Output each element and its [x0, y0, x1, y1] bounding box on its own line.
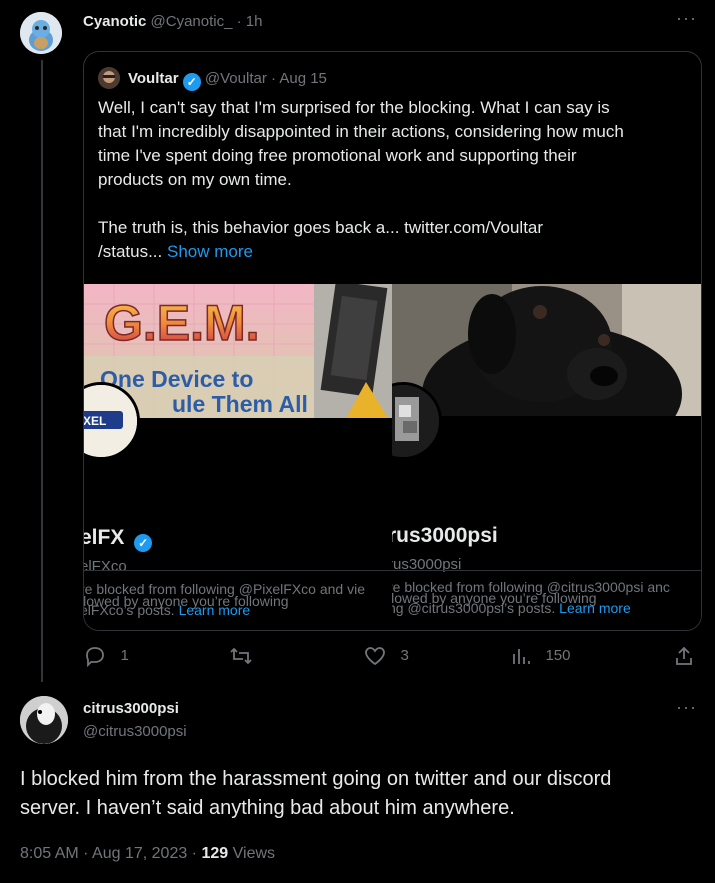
- thread-line: [41, 60, 43, 682]
- avatar-citrus[interactable]: [20, 696, 68, 744]
- reply-author-handle[interactable]: @citrus3000psi: [83, 723, 187, 740]
- author-handle[interactable]: @Cyanotic_: [151, 13, 233, 30]
- card-name[interactable]: rus3000psi: [392, 524, 498, 548]
- quote-line: The truth is, this behavior goes back a.…: [98, 218, 544, 237]
- like-button[interactable]: 3: [364, 645, 409, 667]
- heart-icon: [365, 647, 385, 666]
- card-name-row: elFX ✓: [84, 526, 153, 552]
- quote-line: time I've spent doing free promotional w…: [98, 146, 577, 165]
- views-chart-icon: [513, 649, 530, 664]
- reply-text: I blocked him from the harassment going …: [20, 765, 611, 823]
- author-name[interactable]: Cyanotic: [83, 13, 146, 30]
- quote-line: /status...: [98, 242, 163, 261]
- svg-text:XEL: XEL: [84, 414, 106, 428]
- quote-author-name[interactable]: Voultar: [128, 70, 179, 87]
- quote-line: that I'm incredibly disappointed in thei…: [98, 122, 624, 141]
- avatar-voultar[interactable]: [98, 67, 120, 89]
- banner-title: G.E.M.: [104, 295, 260, 351]
- quote-text: Well, I can't say that I'm surprised for…: [98, 96, 624, 264]
- tweet-header: Cyanotic @Cyanotic_ · 1h: [83, 12, 263, 32]
- reply-icon: [86, 647, 104, 668]
- learn-more-link[interactable]: Learn more: [559, 600, 631, 616]
- reply-views-label: Views: [232, 845, 276, 862]
- blocked-text: re blocked from following @PixelFXco and…: [84, 581, 366, 597]
- card-name[interactable]: elFX: [84, 526, 124, 549]
- dog-photo-image: [392, 284, 701, 416]
- reply-timestamp[interactable]: 8:05 AM · Aug 17, 2023 ·: [20, 845, 197, 862]
- reply-line: I blocked him from the harassment going …: [20, 768, 612, 790]
- views-button[interactable]: 150: [511, 645, 570, 667]
- reply-view-count: 129: [201, 845, 229, 862]
- share-button[interactable]: [674, 645, 694, 672]
- quote-line: products on my own time.: [98, 170, 292, 189]
- quoted-tweet[interactable]: Voultar ✓ @Voultar · Aug 15 Well, I can'…: [83, 51, 702, 631]
- card-handle[interactable]: elFXco: [84, 558, 127, 575]
- repost-icon: [230, 647, 252, 665]
- share-icon: [676, 646, 692, 665]
- verified-badge-icon: ✓: [182, 73, 201, 91]
- views-count: 150: [545, 647, 571, 665]
- reply-line: server. I haven’t said anything bad abou…: [20, 797, 515, 819]
- more-icon[interactable]: ···: [676, 8, 697, 29]
- blocked-text: ng @citrus3000psi’s posts.: [392, 600, 556, 616]
- tweet-time[interactable]: · 1h: [237, 13, 263, 30]
- like-count: 3: [400, 647, 409, 665]
- reply-count: 1: [120, 647, 129, 665]
- reply-meta: 8:05 AM · Aug 17, 2023 · 129 Views: [20, 845, 275, 863]
- blocked-text: re blocked from following @citrus3000psi…: [392, 579, 670, 595]
- verified-badge-icon: ✓: [134, 534, 153, 552]
- learn-more-link[interactable]: Learn more: [179, 602, 251, 618]
- quote-time[interactable]: · Aug 15: [271, 70, 327, 87]
- quote-line: Well, I can't say that I'm surprised for…: [98, 98, 610, 117]
- banner-subtitle-2: ule Them All: [172, 391, 308, 417]
- blocked-text: elFXco’s posts.: [84, 602, 175, 618]
- blocked-notice-left: re blocked from following @PixelFXco and…: [84, 579, 392, 629]
- blocked-notice-right: re blocked from following @citrus3000psi…: [392, 577, 701, 627]
- reply-author-name[interactable]: citrus3000psi: [83, 700, 179, 717]
- more-icon[interactable]: ···: [676, 697, 697, 718]
- quote-author-handle[interactable]: @Voultar: [205, 70, 267, 87]
- avatar-cyanotic[interactable]: [20, 12, 62, 54]
- show-more-link[interactable]: Show more: [167, 242, 253, 261]
- reply-button[interactable]: 1: [84, 645, 129, 668]
- divider: [84, 570, 701, 571]
- quote-header: Voultar ✓ @Voultar · Aug 15: [128, 69, 327, 91]
- repost-button[interactable]: [229, 645, 253, 672]
